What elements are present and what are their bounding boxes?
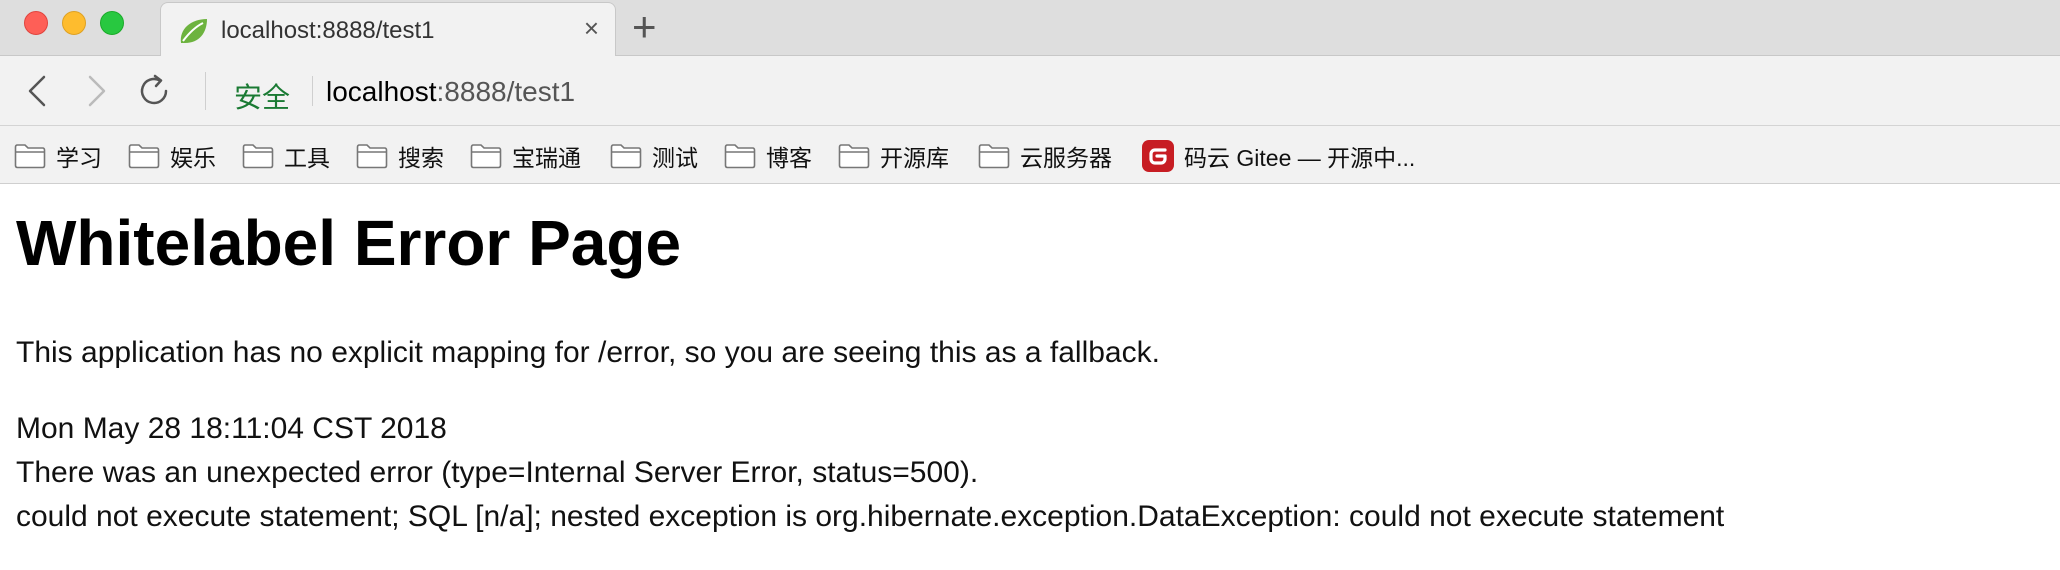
bookmarks-bar: 学习 娱乐 工具 搜索 宝瑞通 测试 博客 开源库 云服务器 码云 Gitee — 开源中... — [0, 126, 2060, 184]
folder-icon — [128, 144, 160, 169]
bookmark-item[interactable]: 码云 Gitee — 开源中... — [1142, 139, 1415, 173]
error-timestamp: Mon May 28 18:11:04 CST 2018 — [16, 412, 447, 445]
tab-title: localhost:8888/test1 — [221, 17, 435, 44]
bookmark-label: 博客 — [766, 145, 812, 171]
folder-icon — [470, 144, 502, 169]
error-summary: There was an unexpected error (type=Inte… — [16, 456, 979, 489]
error-detail: could not execute statement; SQL [n/a]; … — [16, 500, 1725, 533]
window-minimize-button[interactable] — [62, 11, 86, 35]
bookmark-label: 搜索 — [398, 145, 444, 171]
bookmark-label: 宝瑞通 — [512, 145, 581, 171]
page-title: Whitelabel Error Page — [16, 207, 682, 279]
bookmark-item[interactable]: 娱乐 — [128, 139, 216, 173]
bookmark-label: 工具 — [284, 145, 330, 171]
bookmark-label: 云服务器 — [1020, 145, 1112, 171]
bookmark-label: 学习 — [56, 145, 102, 171]
url-host: localhost — [326, 76, 437, 107]
toolbar: 安全 localhost:8888/test1 — [0, 56, 2060, 126]
url-separator — [312, 76, 313, 106]
reload-icon[interactable] — [136, 73, 172, 109]
window-maximize-button[interactable] — [100, 11, 124, 35]
folder-icon — [724, 144, 756, 169]
bookmark-item[interactable]: 宝瑞通 — [470, 139, 581, 173]
tab-strip: localhost:8888/test1 × + — [0, 0, 2060, 57]
bookmark-item[interactable]: 工具 — [242, 139, 330, 173]
window-close-button[interactable] — [24, 11, 48, 35]
window-controls — [24, 11, 124, 35]
error-intro: This application has no explicit mapping… — [16, 336, 1160, 369]
bookmark-label: 码云 Gitee — 开源中... — [1184, 145, 1416, 171]
url-path: :8888/test1 — [436, 76, 576, 107]
folder-icon — [242, 144, 274, 169]
folder-icon — [978, 144, 1010, 169]
bookmark-item[interactable]: 学习 — [14, 139, 102, 173]
bookmark-label: 测试 — [652, 145, 698, 171]
folder-icon — [838, 144, 870, 169]
spring-leaf-icon — [180, 19, 207, 43]
bookmark-item[interactable]: 测试 — [610, 139, 698, 173]
gitee-icon — [1142, 140, 1174, 172]
new-tab-button[interactable]: + — [632, 6, 657, 48]
back-icon[interactable] — [20, 73, 56, 109]
bookmark-label: 娱乐 — [170, 145, 216, 171]
toolbar-separator — [205, 72, 206, 110]
folder-icon — [14, 144, 46, 169]
tab-active[interactable]: localhost:8888/test1 × — [160, 2, 616, 57]
bookmark-item[interactable]: 博客 — [724, 139, 812, 173]
bookmark-item[interactable]: 云服务器 — [978, 139, 1112, 173]
forward-icon[interactable] — [78, 73, 114, 109]
address-bar[interactable]: localhost:8888/test1 — [326, 76, 575, 108]
folder-icon — [356, 144, 388, 169]
secure-indicator[interactable]: 安全 — [234, 76, 290, 116]
bookmark-label: 开源库 — [880, 145, 949, 171]
tab-close-icon[interactable]: × — [584, 15, 599, 41]
folder-icon — [610, 144, 642, 169]
bookmark-item[interactable]: 开源库 — [838, 139, 949, 173]
bookmark-item[interactable]: 搜索 — [356, 139, 444, 173]
